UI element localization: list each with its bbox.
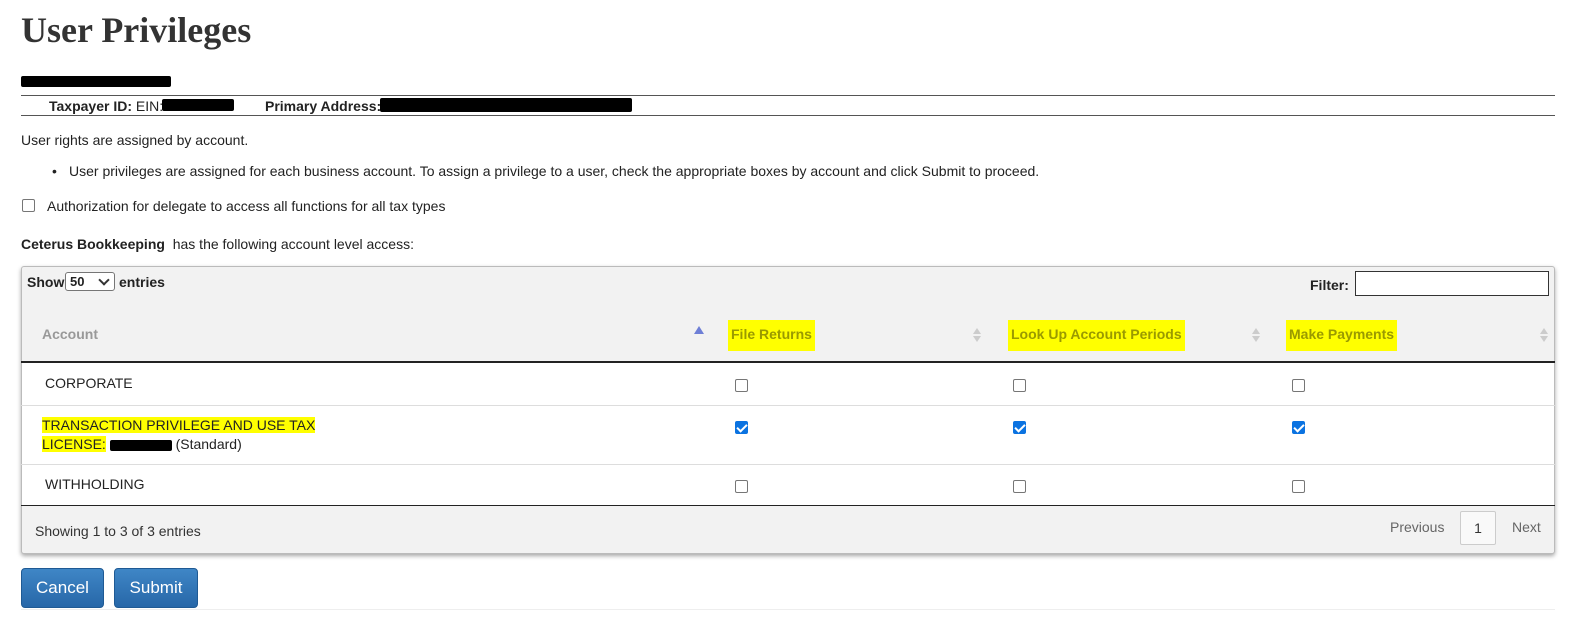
filter-label: Filter: — [1310, 277, 1349, 293]
authorization-checkbox[interactable] — [22, 199, 35, 212]
column-header-account[interactable]: Account — [42, 325, 98, 343]
page-length-select[interactable]: 50 — [65, 272, 115, 291]
table-row-account: TRANSACTION PRIVILEGE AND USE TAX LICENS… — [42, 416, 316, 454]
file-returns-checkbox[interactable] — [735, 480, 748, 493]
make-payments-checkbox[interactable] — [1292, 379, 1305, 392]
filter-input[interactable] — [1355, 271, 1549, 296]
sort-icon[interactable] — [1252, 326, 1260, 344]
sort-ascending-icon[interactable] — [694, 326, 704, 334]
instructions-text: User privileges are assigned for each bu… — [69, 163, 1040, 179]
chevron-down-icon — [98, 274, 110, 286]
table-row-account: CORPORATE — [45, 375, 133, 391]
account-name-line1: TRANSACTION PRIVILEGE AND USE TAX — [42, 417, 316, 433]
redacted-taxpayer-name — [21, 76, 171, 87]
authorization-label: Authorization for delegate to access all… — [47, 198, 446, 214]
table-info: Showing 1 to 3 of 3 entries — [35, 523, 201, 539]
ein-label: EIN: — [135, 98, 164, 114]
entries-label: entries — [119, 274, 165, 290]
file-returns-checkbox[interactable] — [735, 421, 748, 434]
rights-text: User rights are assigned by account. — [21, 132, 249, 148]
taxpayer-id-label: Taxpayer ID: — [49, 98, 132, 114]
delegate-name: Ceterus Bookkeeping — [21, 236, 165, 252]
delegate-access-line: Ceterus Bookkeeping has the following ac… — [21, 235, 414, 253]
column-header-look-up-account-periods[interactable]: Look Up Account Periods — [1008, 320, 1185, 351]
make-payments-header-label: Make Payments — [1286, 320, 1398, 351]
sort-icon[interactable] — [973, 326, 981, 344]
show-label: Show — [27, 274, 65, 290]
delegate-suffix: has the following account level access: — [172, 236, 414, 252]
column-header-make-payments[interactable]: Make Payments — [1286, 320, 1398, 351]
redacted-ein — [162, 99, 234, 111]
make-payments-checkbox[interactable] — [1292, 421, 1305, 434]
account-license-label: LICENSE: — [42, 436, 106, 452]
divider-top — [21, 95, 1555, 96]
look-up-account-periods-checkbox[interactable] — [1013, 480, 1026, 493]
sort-icon[interactable] — [1540, 326, 1548, 344]
page-length-value: 50 — [70, 274, 85, 289]
make-payments-checkbox[interactable] — [1292, 480, 1305, 493]
pagination-page-1[interactable]: 1 — [1460, 511, 1496, 545]
row-divider — [21, 464, 1555, 465]
file-returns-header-label: File Returns — [728, 320, 815, 351]
redacted-address — [380, 98, 632, 112]
bullet-dot: • — [52, 163, 57, 179]
primary-address-label: Primary Address: — [265, 98, 382, 114]
pagination-next[interactable]: Next — [1512, 518, 1541, 536]
table-row-account: WITHHOLDING — [45, 476, 145, 492]
look-up-account-periods-checkbox[interactable] — [1013, 421, 1026, 434]
pagination-previous[interactable]: Previous — [1390, 518, 1444, 536]
look-up-account-periods-checkbox[interactable] — [1013, 379, 1026, 392]
column-header-file-returns[interactable]: File Returns — [728, 320, 815, 351]
bottom-divider — [21, 609, 1555, 610]
submit-button[interactable]: Submit — [114, 568, 198, 608]
taxpayer-id-line: Taxpayer ID: EIN: — [49, 97, 163, 115]
primary-address-line: Primary Address: — [265, 97, 381, 115]
table-footer-divider — [21, 505, 1555, 506]
cancel-button[interactable]: Cancel — [21, 568, 104, 608]
account-license-type: (Standard) — [175, 436, 242, 452]
look-up-header-label: Look Up Account Periods — [1008, 320, 1185, 351]
row-divider — [21, 405, 1555, 406]
divider-bottom — [21, 115, 1555, 116]
redacted-license-number — [109, 439, 172, 451]
page-title: User Privileges — [21, 10, 252, 50]
file-returns-checkbox[interactable] — [735, 379, 748, 392]
